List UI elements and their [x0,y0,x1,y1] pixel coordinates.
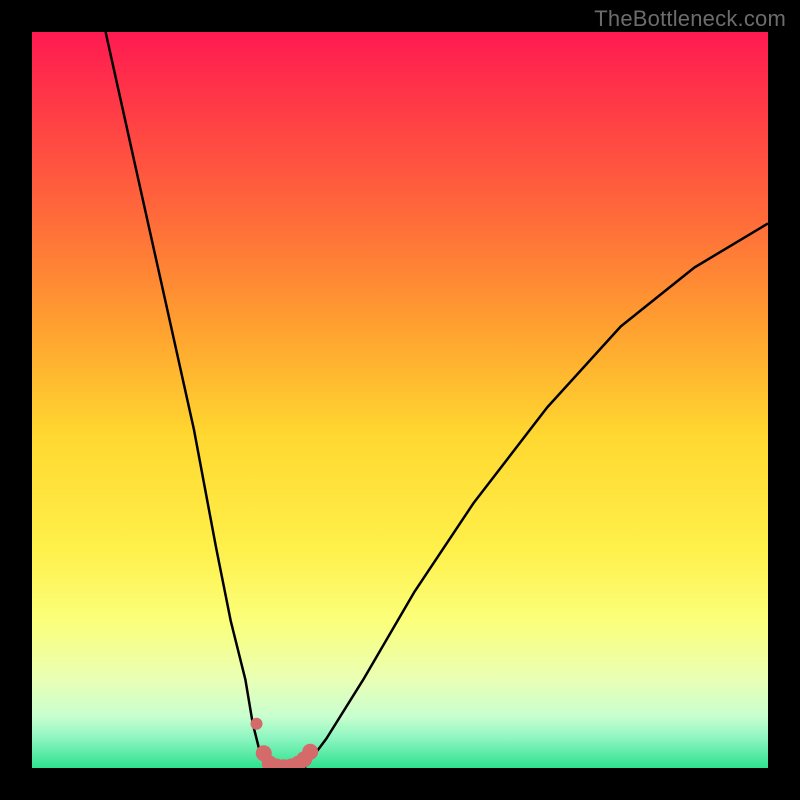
watermark-text: TheBottleneck.com [594,6,786,32]
markers-group [251,718,319,768]
bottleneck-curve [106,32,768,768]
chart-frame: TheBottleneck.com [0,0,800,800]
marker-dot [251,718,263,730]
marker-dot [302,744,318,760]
plot-area [32,32,768,768]
curve-group [106,32,768,768]
chart-svg [32,32,768,768]
